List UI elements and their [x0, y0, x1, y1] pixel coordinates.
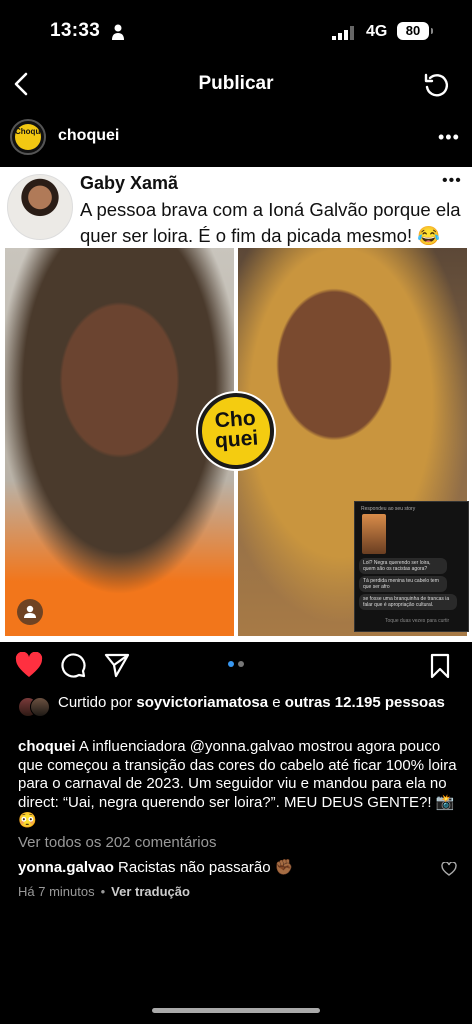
liker-username[interactable]: soyvictoriamatosa — [136, 694, 268, 711]
liker-avatar — [30, 697, 50, 717]
dm-header: Respondeu ao seu story — [361, 506, 416, 512]
post-username[interactable]: choquei — [58, 127, 119, 145]
bookmark-icon[interactable] — [430, 653, 450, 679]
status-time: 13:33 — [50, 20, 101, 41]
caption: choquei A influenciadora @yonna.galvao m… — [18, 738, 458, 831]
carousel-dot-active — [228, 661, 234, 667]
comment: yonna.galvao Racistas não passarão ✊🏾 — [18, 858, 418, 876]
network-type: 4G — [366, 23, 388, 40]
signal-icon — [332, 26, 354, 40]
caption-text: A influenciadora @yonna.galvao mostrou a… — [18, 738, 457, 829]
dm-story-thumbnail — [362, 514, 386, 554]
dm-footer: Toque duas vezes para curtir — [385, 618, 450, 624]
comment-text: Racistas não passarão ✊🏾 — [118, 859, 294, 876]
refresh-icon[interactable] — [422, 71, 450, 99]
avatar-logo: Choquei — [15, 124, 44, 150]
likes-middle: e — [268, 694, 285, 711]
post-avatar[interactable]: Choquei — [10, 119, 46, 155]
tweet-author-name: Gaby Xamã — [80, 173, 179, 193]
battery-tip — [431, 28, 433, 34]
profile-icon[interactable] — [17, 599, 43, 625]
tweet-avatar — [7, 174, 73, 240]
dm-message: Lol? Negra querendo ser loira, quem são … — [359, 558, 447, 574]
person-icon — [112, 24, 124, 40]
carousel-dot — [238, 661, 244, 667]
likes-suffix: pessoas — [380, 694, 445, 711]
tweet-text: A pessoa brava com a Ioná Galvão porque … — [80, 199, 461, 246]
dm-message: se fosse uma branquinha de trancas ia fa… — [359, 594, 457, 610]
post-header: Choquei choquei ••• — [0, 115, 472, 161]
battery-indicator: 80 — [397, 22, 429, 40]
share-icon[interactable] — [104, 652, 130, 678]
likes-prefix: Curtido por — [58, 694, 137, 711]
tweet-more-icon: ••• — [442, 172, 462, 189]
comment-time: Há 7 minutos — [18, 884, 95, 899]
action-bar — [0, 642, 472, 690]
page-title: Publicar — [198, 73, 274, 94]
home-indicator[interactable] — [152, 1008, 320, 1013]
profile-glyph-icon — [24, 605, 36, 618]
heart-icon[interactable] — [15, 652, 43, 678]
see-translation-link[interactable]: Ver tradução — [111, 884, 190, 899]
comment-icon[interactable] — [60, 652, 86, 678]
nav-bar: Publicar — [0, 62, 472, 108]
likes-count[interactable]: outras 12.195 — [285, 694, 381, 711]
post-media[interactable]: Gaby Xamã ••• A pessoa brava com a Ioná … — [0, 167, 472, 642]
logo-line-2: quei — [214, 426, 259, 453]
dm-message: Tá perdida menina teu cabelo tem que ser… — [359, 576, 447, 592]
likes-row[interactable]: Curtido por soyvictoriamatosa e outras 1… — [0, 693, 472, 733]
comment-username[interactable]: yonna.galvao — [18, 859, 114, 876]
likes-text: Curtido por soyvictoriamatosa e outras 1… — [58, 694, 458, 712]
comment-like-icon[interactable] — [441, 862, 457, 876]
comment-meta: Há 7 minutos • Ver tradução — [18, 884, 190, 899]
meta-separator: • — [100, 884, 106, 899]
caption-username[interactable]: choquei — [18, 738, 76, 755]
status-bar: 13:33 4G 80 — [0, 0, 472, 62]
view-all-comments-link[interactable]: Ver todos os 202 comentários — [18, 834, 216, 851]
dm-screenshot: Respondeu ao seu story Lol? Negra queren… — [354, 501, 469, 632]
more-options-button[interactable]: ••• — [438, 127, 460, 148]
